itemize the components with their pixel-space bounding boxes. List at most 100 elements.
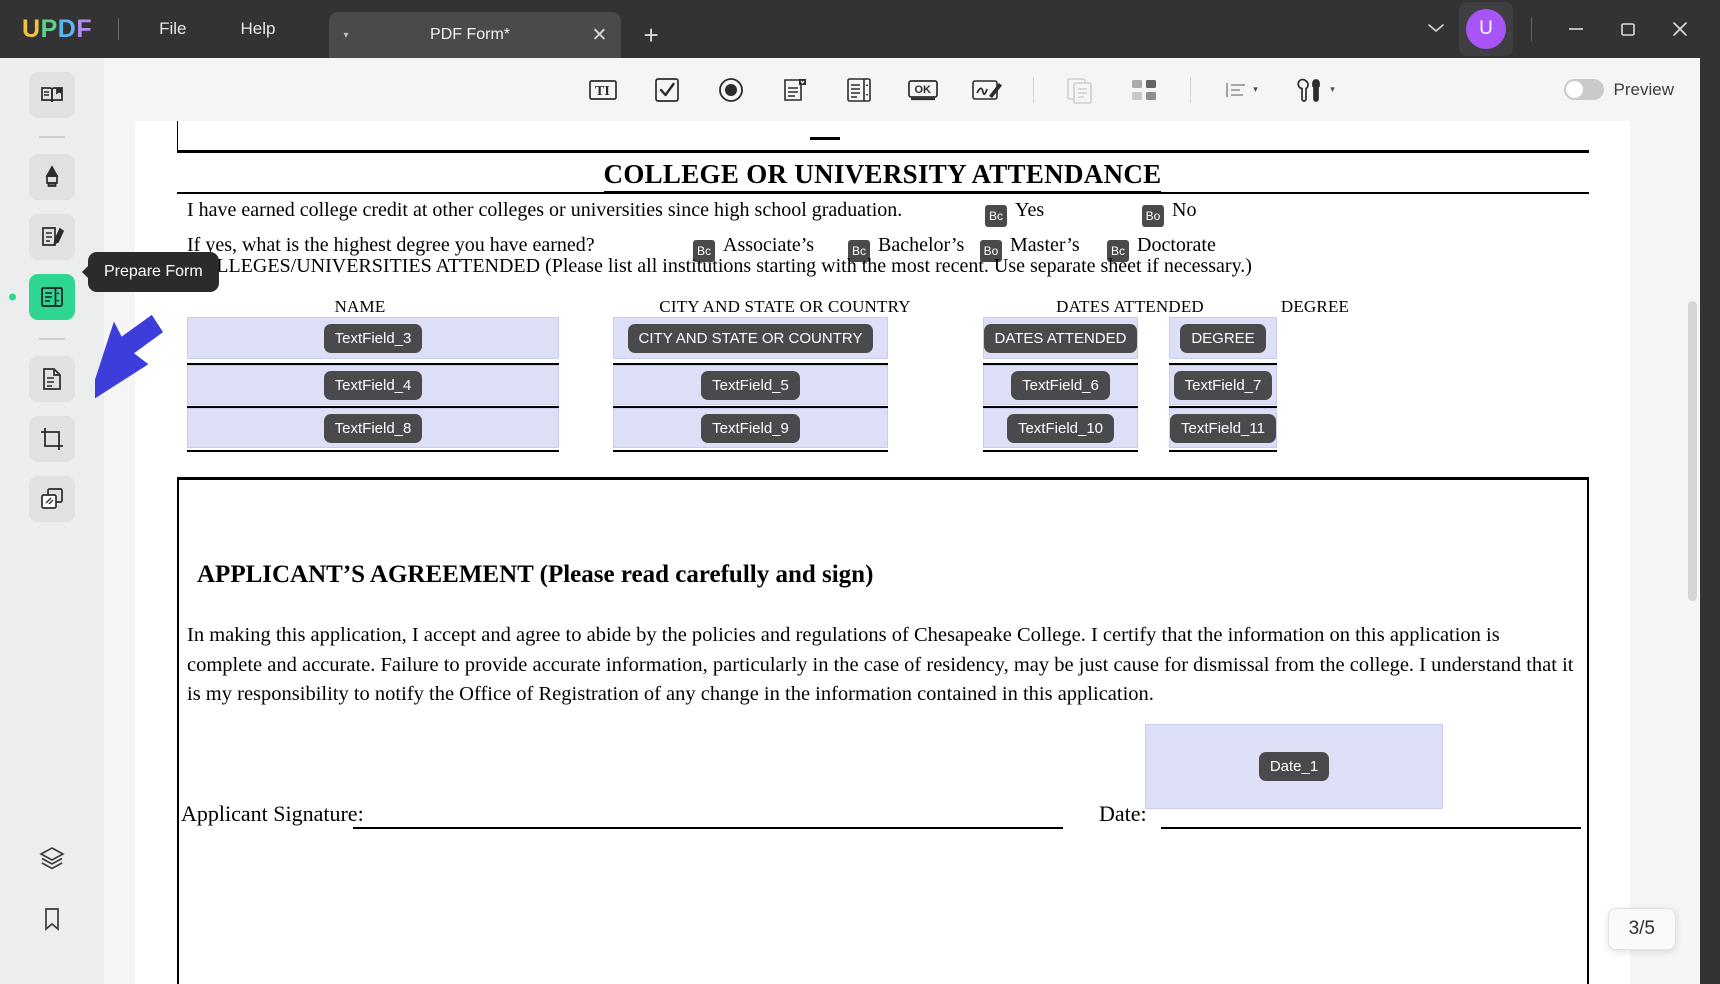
sidebar-divider — [39, 136, 65, 138]
sidebar-item-comment[interactable] — [29, 154, 75, 200]
dropdown-tool[interactable] — [768, 68, 822, 112]
field-name-badge[interactable]: TextField_9 — [701, 414, 800, 443]
field-name-badge[interactable]: TextField_11 — [1170, 414, 1276, 443]
question-1-text: I have earned college credit at other co… — [187, 199, 902, 221]
sidebar-divider-2 — [39, 338, 65, 340]
toggle-knob — [1566, 81, 1583, 98]
page-rule-1 — [177, 150, 1589, 153]
toolbar-separator-2 — [1190, 77, 1191, 103]
field-name-badge[interactable]: TextField_3 — [324, 324, 423, 353]
form-settings-button[interactable]: ▾ — [1282, 68, 1348, 112]
align-dropdown-caret-icon[interactable]: ▾ — [1253, 84, 1258, 95]
section-title: COLLEGE OR UNIVERSITY ATTENDANCE — [135, 159, 1630, 190]
form-field-dates-2[interactable]: TextField_6 — [983, 365, 1138, 405]
copy-field-button[interactable] — [1053, 68, 1107, 112]
logo-letter-p: P — [41, 15, 58, 44]
attended-instructions: IOR COLLEGES/UNIVERSITIES ATTENDED (Plea… — [149, 255, 1252, 278]
sidebar-item-crop-page[interactable] — [29, 416, 75, 462]
chevron-down-icon[interactable] — [1413, 13, 1459, 46]
form-field-city-1[interactable]: CITY AND STATE OR COUNTRY — [613, 317, 888, 359]
field-name-badge[interactable]: DEGREE — [1180, 324, 1265, 353]
settings-dropdown-caret-icon[interactable]: ▾ — [1330, 84, 1335, 95]
sidebar-item-organize-pages[interactable] — [29, 356, 75, 402]
field-name-badge[interactable]: TextField_7 — [1174, 371, 1273, 400]
form-field-degree-1[interactable]: DEGREE — [1169, 317, 1277, 359]
form-field-city-2[interactable]: TextField_5 — [613, 365, 888, 405]
form-field-dates-3[interactable]: TextField_10 — [983, 408, 1138, 448]
page-indicator: 3/5 — [1608, 908, 1676, 950]
pointer-arrow-annotation — [95, 295, 165, 430]
agreement-title: APPLICANT’S AGREEMENT (Please read caref… — [197, 561, 873, 589]
menu-file[interactable]: File — [145, 13, 200, 45]
vertical-scrollbar-thumb[interactable] — [1688, 301, 1697, 601]
form-field-name-1[interactable]: TextField_3 — [187, 317, 559, 359]
form-field-name-2[interactable]: TextField_4 — [187, 365, 559, 405]
field-name-badge[interactable]: TextField_6 — [1011, 371, 1110, 400]
arrange-fields-button[interactable] — [1117, 68, 1171, 112]
table-rule-3c — [983, 450, 1138, 452]
tab-close-icon[interactable]: ✕ — [592, 26, 608, 45]
preview-label: Preview — [1614, 80, 1674, 100]
signature-label: Applicant Signature: — [181, 801, 364, 827]
field-name-badge[interactable]: TextField_5 — [701, 371, 800, 400]
form-field-name-3[interactable]: TextField_8 — [187, 408, 559, 448]
preview-toggle-group[interactable]: Preview — [1564, 79, 1674, 100]
form-field-degree-3[interactable]: TextField_11 — [1169, 408, 1277, 448]
push-button-tool[interactable]: OK — [896, 68, 950, 112]
sidebar-item-prepare-form[interactable] — [29, 274, 75, 320]
radio-button-tool[interactable] — [704, 68, 758, 112]
check-box-tool[interactable] — [640, 68, 694, 112]
sidebar-item-edit-pdf[interactable] — [29, 214, 75, 260]
question-1-option-yes[interactable]: BcYes — [985, 199, 1044, 227]
svg-text:TI: TI — [595, 84, 610, 99]
close-icon[interactable] — [1654, 8, 1706, 50]
tab-title: PDF Form* — [355, 26, 586, 44]
sidebar-item-convert-pdf[interactable] — [29, 476, 75, 522]
minimize-icon[interactable] — [1550, 8, 1602, 50]
menu-help[interactable]: Help — [227, 13, 290, 45]
document-viewport[interactable]: COLLEGE OR UNIVERSITY ATTENDANCE I have … — [104, 121, 1700, 984]
field-name-badge[interactable]: Date_1 — [1259, 752, 1329, 781]
signature-line — [353, 827, 1063, 829]
radio-field-badge[interactable]: Bo — [1142, 205, 1164, 227]
preview-toggle[interactable] — [1564, 79, 1604, 100]
page-rule-top — [177, 121, 178, 151]
tab-dropdown-caret-icon[interactable]: ▾ — [343, 30, 348, 41]
page-rule-3 — [177, 477, 1589, 480]
list-box-tool[interactable] — [832, 68, 886, 112]
maximize-icon[interactable] — [1602, 8, 1654, 50]
form-field-dates-1[interactable]: DATES ATTENDED — [983, 317, 1138, 359]
question-1-option-no[interactable]: BoNo — [1142, 199, 1196, 227]
pdf-page[interactable]: COLLEGE OR UNIVERSITY ATTENDANCE I have … — [135, 121, 1630, 984]
field-name-badge[interactable]: TextField_8 — [324, 414, 423, 443]
signature-field-tool[interactable] — [960, 68, 1014, 112]
window-frame-right-edge — [1700, 58, 1720, 984]
option-label: Bachelor’s — [878, 234, 964, 256]
new-tab-button[interactable]: + — [643, 22, 658, 48]
option-label: Master’s — [1010, 234, 1080, 256]
text-field-tool[interactable]: TI — [576, 68, 630, 112]
date-label: Date: — [1099, 801, 1147, 827]
form-field-date[interactable]: Date_1 — [1145, 724, 1443, 809]
field-name-badge[interactable]: DATES ATTENDED — [984, 324, 1137, 353]
field-name-badge[interactable]: TextField_10 — [1007, 414, 1114, 443]
form-field-degree-2[interactable]: TextField_7 — [1169, 365, 1277, 405]
sidebar-item-reader[interactable] — [29, 72, 75, 118]
radio-field-badge[interactable]: Bc — [985, 205, 1007, 227]
align-fields-button[interactable]: ▾ — [1210, 68, 1272, 112]
account-button[interactable]: U — [1459, 2, 1513, 56]
logo-letter-f: F — [76, 15, 92, 44]
form-toolbar: TI — [104, 58, 1700, 121]
question-2-row: If yes, what is the highest degree you h… — [187, 234, 595, 257]
sidebar-item-bookmarks[interactable] — [29, 896, 75, 942]
tab-pdf-form[interactable]: ▾ PDF Form* ✕ — [329, 12, 621, 58]
logo-letter-d: D — [58, 15, 77, 44]
table-rule-3d — [1169, 450, 1277, 452]
sidebar-item-layers[interactable] — [29, 836, 75, 882]
field-name-badge[interactable]: CITY AND STATE OR COUNTRY — [628, 324, 874, 353]
active-indicator-dot — [9, 294, 16, 301]
agreement-body: In making this application, I accept and… — [187, 621, 1577, 710]
field-name-badge[interactable]: TextField_4 — [324, 371, 423, 400]
table-rule-3a — [187, 450, 559, 452]
form-field-city-3[interactable]: TextField_9 — [613, 408, 888, 448]
